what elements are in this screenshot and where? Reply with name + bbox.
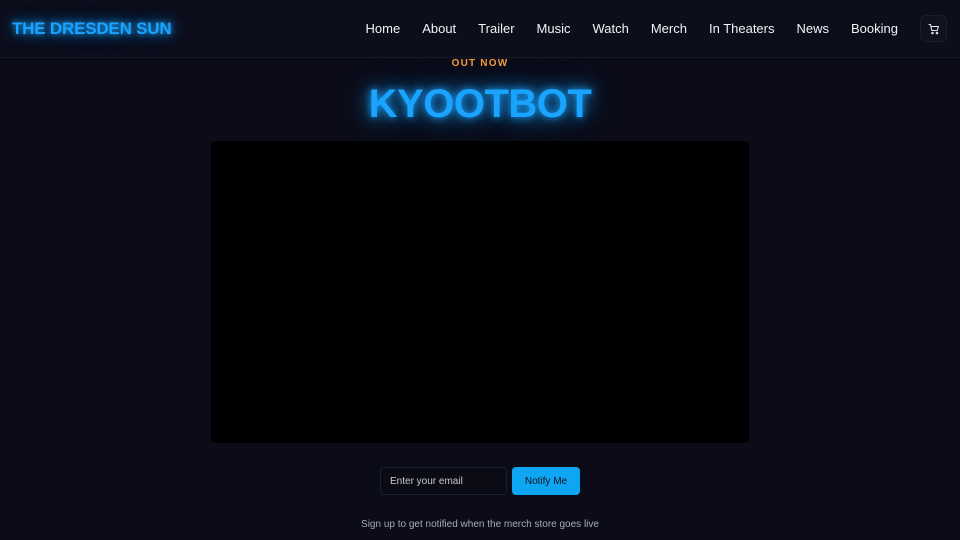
main-nav: Home About Trailer Music Watch Merch In … <box>344 21 899 37</box>
nav-item-booking[interactable]: Booking <box>851 21 898 37</box>
notify-me-button[interactable]: Notify Me <box>512 467 580 495</box>
shopping-cart-icon <box>928 23 939 34</box>
page-title: KYOOTBOT <box>368 82 592 126</box>
nav-item-watch[interactable]: Watch <box>592 21 628 37</box>
nav-item-in-theaters[interactable]: In Theaters <box>709 21 775 37</box>
nav-item-trailer[interactable]: Trailer <box>478 21 514 37</box>
out-now-label: OUT NOW <box>451 58 509 69</box>
nav-item-home[interactable]: Home <box>366 21 401 37</box>
email-field[interactable] <box>380 467 507 495</box>
nav-item-music[interactable]: Music <box>537 21 571 37</box>
signup-note: Sign up to get notified when the merch s… <box>361 519 599 530</box>
cart-button[interactable] <box>920 15 947 42</box>
site-header: THE DRESDEN SUN Home About Trailer Music… <box>0 0 960 58</box>
nav-item-about[interactable]: About <box>422 21 456 37</box>
nav-item-news[interactable]: News <box>797 21 830 37</box>
video-player[interactable] <box>211 141 749 443</box>
site-logo[interactable]: THE DRESDEN SUN <box>12 19 172 39</box>
nav-item-merch[interactable]: Merch <box>651 21 687 37</box>
